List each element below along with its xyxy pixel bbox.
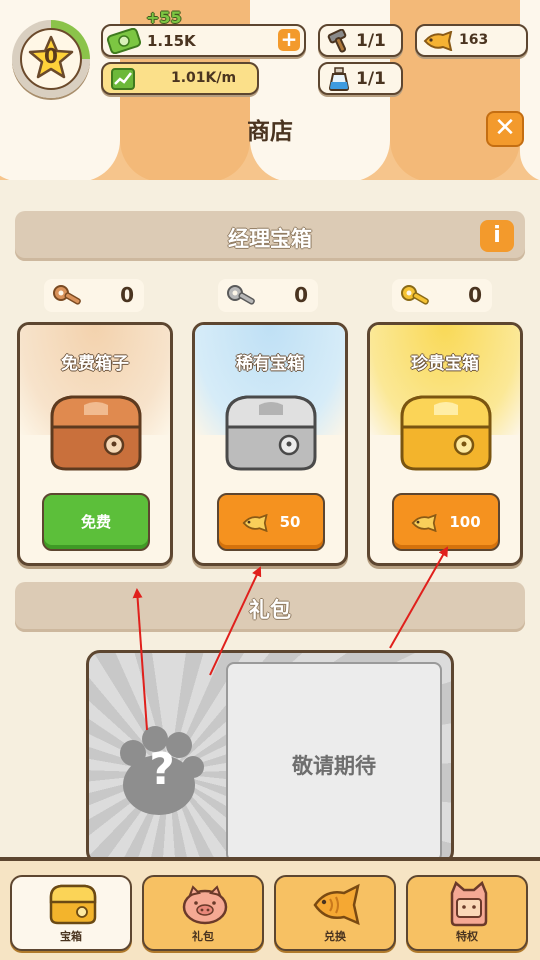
fish-counter[interactable]: 163 <box>415 24 528 57</box>
nav-label: 礼包 <box>192 930 214 943</box>
silver-key-icon <box>227 285 255 305</box>
cash-gain-label: +55 <box>146 8 182 27</box>
cat-box-icon <box>450 881 488 927</box>
bottom-nav: 宝箱 礼包 兑换 特权 <box>0 857 540 960</box>
bronze-key-icon <box>53 285 81 305</box>
rare-chest-card[interactable]: 稀有宝箱 50 <box>192 322 348 566</box>
chest-name: 珍贵宝箱 <box>411 354 479 374</box>
precious-chest-card[interactable]: 珍贵宝箱 100 <box>367 322 523 566</box>
info-button[interactable]: i <box>480 220 514 252</box>
cash-value: 1.15K <box>147 32 196 50</box>
fish-icon <box>411 513 437 532</box>
tab-exchange[interactable]: 兑换 <box>274 875 396 951</box>
piggy-bank-icon <box>182 885 228 925</box>
chest-name: 稀有宝箱 <box>236 354 304 374</box>
price-label: 50 <box>279 513 301 531</box>
gift-pack-header: 礼包 <box>15 582 525 632</box>
income-rate-value: 1.01K/m <box>171 70 237 86</box>
hammer-value: 1/1 <box>356 31 386 51</box>
free-chest-button[interactable]: 免费 <box>42 493 150 551</box>
section-title: 经理宝箱 <box>228 227 312 251</box>
hammer-counter[interactable]: 1/1 <box>318 24 403 57</box>
free-chest-card[interactable]: 免费箱子 免费 <box>17 322 173 566</box>
cash-counter[interactable]: 1.15K + <box>101 24 306 57</box>
silver-key-counter: 0 <box>218 279 318 312</box>
fish-value: 163 <box>459 32 489 48</box>
hammer-icon <box>327 29 347 53</box>
level-number: 0 <box>44 44 58 68</box>
mystery-question-mark: ? <box>149 744 175 795</box>
potion-counter[interactable]: 1/1 <box>318 62 403 95</box>
fish-exchange-icon <box>313 883 360 926</box>
key-count: 0 <box>468 283 482 307</box>
income-rate[interactable]: 1.01K/m <box>101 62 259 95</box>
price-label: 100 <box>449 513 481 531</box>
nav-label: 宝箱 <box>60 930 82 943</box>
add-cash-button[interactable]: + <box>278 29 300 51</box>
coming-soon-text: 敬请期待 <box>292 754 376 778</box>
gold-key-icon <box>401 285 429 305</box>
growth-chart-icon <box>111 68 135 90</box>
tab-privilege[interactable]: 特权 <box>406 875 528 951</box>
potion-value: 1/1 <box>356 69 386 89</box>
nav-label: 特权 <box>456 930 478 943</box>
chest-name: 免费箱子 <box>61 354 129 374</box>
page-title: 商店 <box>247 119 293 145</box>
chest-tab-icon <box>49 884 97 925</box>
section-title: 礼包 <box>249 598 291 622</box>
fish-icon <box>423 31 453 51</box>
silver-chest-icon <box>225 395 317 471</box>
precious-chest-buy-button[interactable]: 100 <box>392 493 500 551</box>
rare-chest-buy-button[interactable]: 50 <box>217 493 325 551</box>
gold-chest-icon <box>400 395 492 471</box>
close-button[interactable]: ✕ <box>486 111 524 147</box>
tab-chest[interactable]: 宝箱 <box>10 875 132 951</box>
key-count: 0 <box>294 283 308 307</box>
key-count: 0 <box>120 283 134 307</box>
nav-label: 兑换 <box>324 930 346 943</box>
cash-icon <box>107 28 141 54</box>
bronze-key-counter: 0 <box>44 279 144 312</box>
gold-key-counter: 0 <box>392 279 492 312</box>
potion-icon <box>328 67 350 91</box>
tab-gift[interactable]: 礼包 <box>142 875 264 951</box>
fish-icon <box>242 513 268 532</box>
wooden-chest-icon <box>50 395 142 471</box>
manager-chest-header: 经理宝箱 i <box>15 211 525 261</box>
